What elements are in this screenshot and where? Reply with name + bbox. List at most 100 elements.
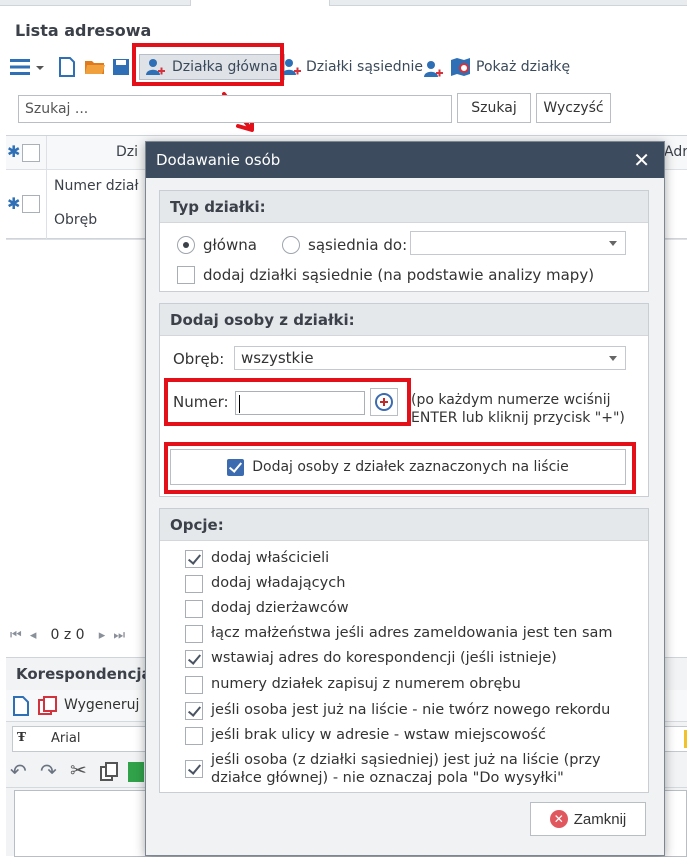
radio-sasiednia-label: sąsiednia do: (308, 236, 408, 254)
group-title-opcje: Opcje: (170, 516, 224, 534)
numer-hint: (po każdym numerze wciśnij ENTER lub kli… (411, 392, 625, 426)
add-person-icon[interactable] (422, 58, 444, 80)
panel-title: Lista adresowa (15, 21, 152, 40)
chevron-down-icon (609, 241, 617, 246)
font-icon: Ŧ (17, 730, 26, 744)
sasiednia-select[interactable] (410, 231, 626, 255)
menu-icon[interactable] (9, 56, 31, 78)
search-input[interactable] (18, 95, 452, 123)
group-header: Dodaj osoby z działki: (160, 304, 648, 336)
radio-glowna-label: główna (203, 236, 257, 254)
pager: ⏮ ◂ 0 z 0 ▸ ⏭ (10, 627, 125, 643)
dodaj-z-zaznaczonych-label: Dodaj osoby z działek zaznaczonych na li… (252, 459, 569, 475)
pokaz-dzialke-button[interactable]: Pokaż działkę (450, 54, 570, 80)
obreb-label: Obręb: (173, 350, 225, 368)
prev-page-icon[interactable]: ◂ (30, 628, 37, 643)
check-icon (227, 458, 245, 476)
opcja-label: łącz małżeństwa jeśli adres zameldowania… (211, 625, 613, 641)
grid-header-dzialka: Dzi (116, 144, 139, 160)
group-typ-dzialki: Typ działki: główna sąsiednia do: dodaj … (159, 190, 649, 292)
text-cursor (239, 395, 240, 413)
redo-icon[interactable]: ↷ (40, 759, 57, 783)
obreb-select-value: wszystkie (241, 349, 314, 367)
radio-glowna[interactable] (177, 236, 195, 254)
open-folder-icon[interactable] (84, 56, 106, 78)
dzialki-sasiednie-button[interactable]: Działki sąsiednie (280, 54, 423, 80)
opcja-checkbox[interactable] (185, 727, 203, 745)
opcja-label: jeśli brak ulicy w adresie - wstaw miejs… (211, 727, 546, 743)
dodaj-z-zaznaczonych-button[interactable]: Dodaj osoby z działek zaznaczonych na li… (170, 449, 626, 485)
dialog-header: Dodawanie osób ✕ (146, 142, 664, 178)
add-person-icon (146, 59, 165, 75)
chevron-down-icon[interactable] (34, 56, 46, 78)
opcja-checkbox[interactable] (185, 600, 203, 618)
opcja-checkbox[interactable] (185, 650, 203, 668)
cut-icon[interactable]: ✂ (70, 758, 87, 782)
last-page-icon[interactable]: ⏭ (113, 628, 125, 643)
dodaj-sasiednie-label: dodaj działki sąsiednie (na podstawie an… (203, 266, 595, 284)
dzialka-glowna-label: Działka główna (172, 59, 278, 75)
add-numer-button[interactable] (370, 388, 398, 416)
generate-icon (38, 696, 57, 715)
opcja-checkbox[interactable] (185, 625, 203, 643)
map-search-icon (451, 58, 470, 76)
numer-label: Numer: (173, 393, 229, 411)
paste-icon[interactable] (128, 762, 144, 782)
next-page-icon[interactable]: ▸ (99, 628, 106, 643)
plus-circle-icon (375, 393, 393, 411)
page-count: 0 z 0 (50, 627, 85, 643)
clear-button[interactable]: Wyczyść (536, 93, 611, 123)
dialog-title: Dodawanie osób (156, 151, 281, 169)
opcja-label: dodaj właścicieli (211, 550, 330, 566)
copy-icon[interactable] (100, 762, 120, 782)
numer-input[interactable] (235, 391, 365, 415)
group-title-typ-dzialki: Typ działki: (170, 198, 266, 216)
group-title-dodaj-osoby: Dodaj osoby z działki: (170, 311, 355, 329)
chevron-down-icon (609, 356, 617, 361)
radio-sasiednia[interactable] (282, 236, 300, 254)
dodaj-sasiednie-checkbox[interactable] (177, 266, 195, 284)
first-page-icon[interactable]: ⏮ (10, 628, 22, 643)
opcja-checkbox[interactable] (185, 760, 203, 778)
new-document-icon[interactable] (56, 56, 78, 78)
opcja-label: numery działek zapisuj z numerem obrębu (211, 676, 521, 692)
row-obreb-label: Obręb (54, 212, 98, 228)
opcja-checkbox[interactable] (185, 676, 203, 694)
new-document-icon[interactable] (12, 696, 30, 716)
asterisk-icon: ✱ (7, 194, 21, 213)
zamknij-button[interactable]: ✕ Zamknij (530, 802, 646, 836)
active-tab-edge (190, 0, 330, 6)
row-numer-label: Numer dział (54, 178, 139, 194)
search-button[interactable]: Szukaj (457, 93, 531, 123)
pokaz-dzialke-label: Pokaż działkę (476, 59, 571, 75)
select-all-checkbox[interactable] (22, 144, 40, 162)
opcja-label: dodaj władających (211, 575, 346, 591)
close-circle-icon: ✕ (549, 810, 568, 828)
opcja-label: jeśli osoba jest już na liście - nie twó… (211, 702, 611, 718)
correspondence-title: Korespondencja (16, 665, 152, 683)
save-icon[interactable] (112, 56, 130, 78)
opcja-checkbox[interactable] (185, 702, 203, 720)
undo-icon[interactable]: ↶ (10, 759, 27, 783)
toolbar: Działka główna Działki sąsiednie Pokaż d… (0, 50, 687, 84)
add-persons-dialog: Dodawanie osób ✕ Typ działki: główna sąs… (145, 141, 665, 856)
add-person-icon (282, 59, 301, 75)
generate-button[interactable]: Wygeneruj p (64, 697, 153, 713)
opcja-checkbox[interactable] (185, 575, 203, 593)
opcja-label: wstawiaj adres do korespondencji (jeśli … (211, 650, 557, 666)
opcja-label: dodaj dzierżawców (211, 600, 349, 616)
dzialka-glowna-button[interactable]: Działka główna (139, 54, 285, 80)
grid-header-adres: Adr (664, 144, 687, 160)
opcja-checkbox[interactable] (185, 550, 203, 568)
asterisk-icon: ✱ (7, 142, 21, 161)
group-header: Typ działki: (160, 191, 648, 223)
zamknij-label: Zamknij (573, 810, 627, 828)
window-top-strip (0, 0, 687, 6)
obreb-select[interactable]: wszystkie (234, 346, 626, 370)
opcja-label: jeśli osoba (z działki sąsiedniej) jest … (211, 752, 601, 786)
dzialki-sasiednie-label: Działki sąsiednie (306, 59, 423, 75)
font-name: Arial (51, 731, 81, 746)
row-checkbox[interactable] (22, 195, 40, 213)
group-header: Opcje: (160, 509, 648, 541)
close-icon[interactable]: ✕ (633, 148, 650, 172)
